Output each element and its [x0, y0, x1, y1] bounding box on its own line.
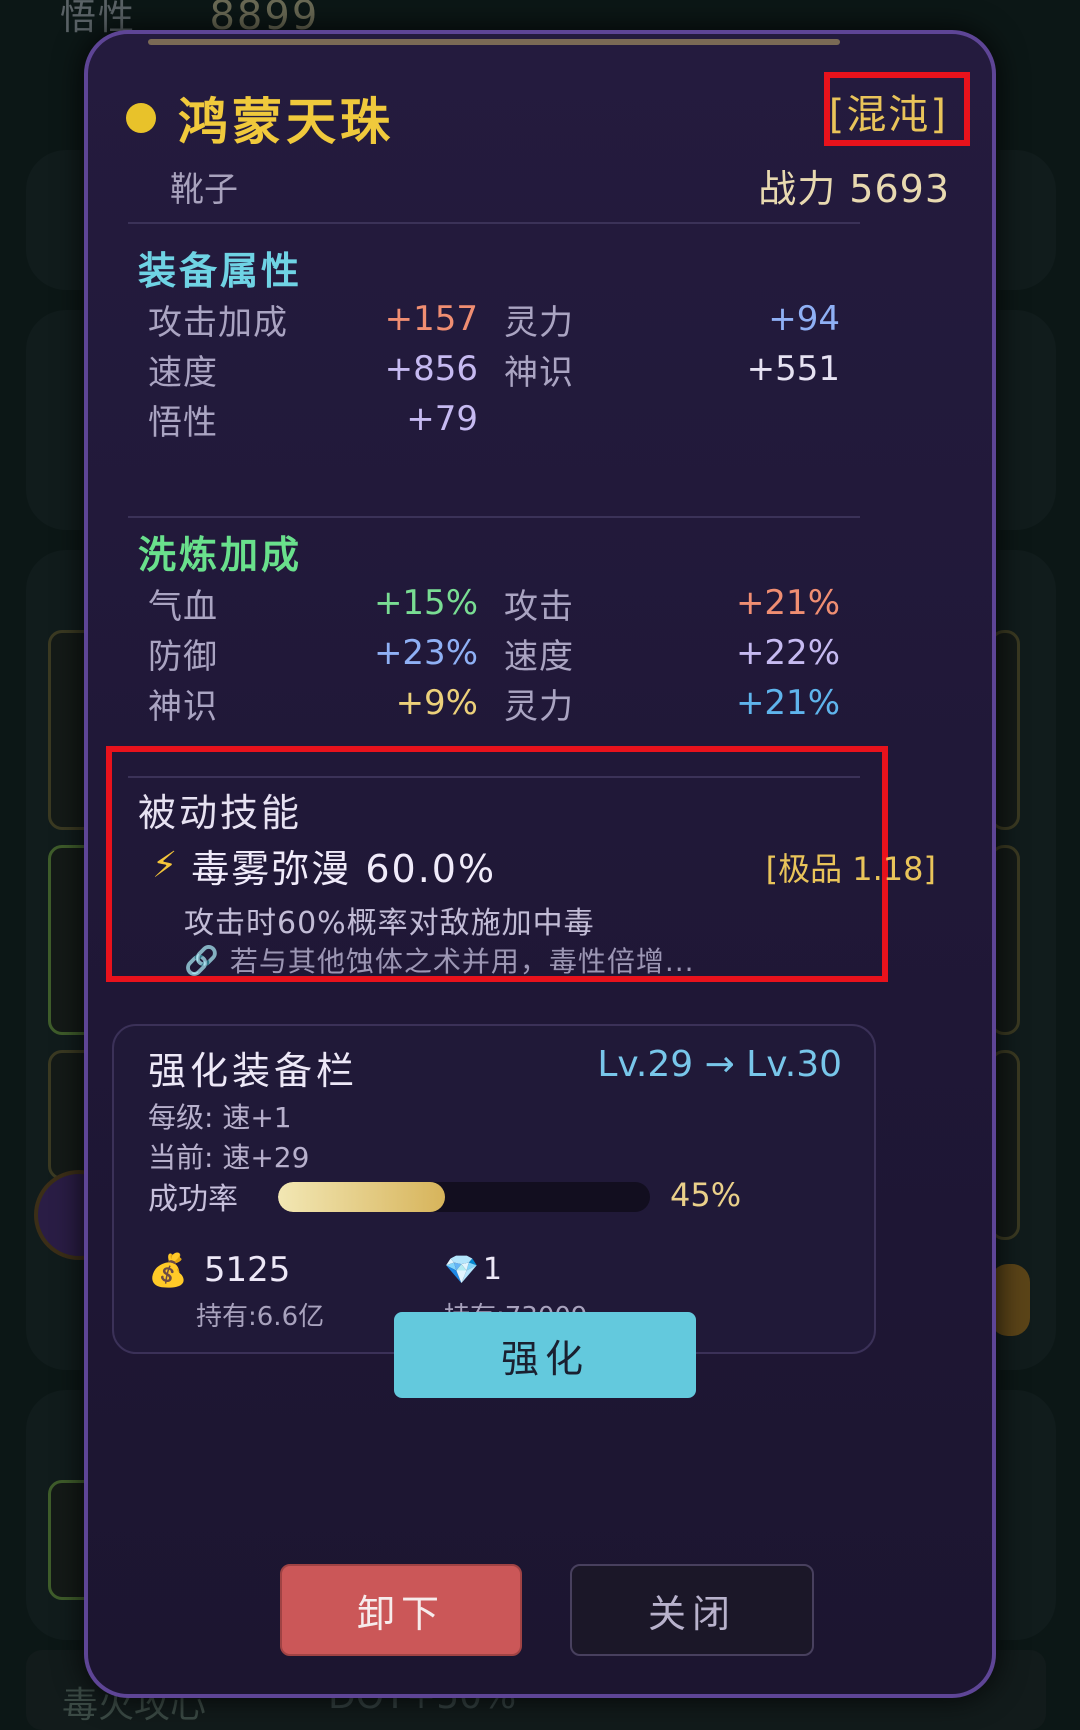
item-title-row: 鸿蒙天珠 [126, 82, 394, 154]
passive-skill-row: ⚡ 毒雾弥漫 60.0% [152, 838, 496, 893]
stat-label: 灵力 [504, 302, 574, 343]
enhance-card: 强化装备栏 Lv.29 → Lv.30 每级: 速+1 当前: 速+29 成功率… [112, 1024, 876, 1354]
modal-top-bar [148, 39, 840, 45]
gold-cost-value: 5125 [203, 1250, 291, 1290]
stat-row: 攻击加成 +157 灵力 +94 [148, 294, 840, 344]
diamond-icon: 💎 [444, 1253, 479, 1286]
stat-row: 气血 +15% 攻击 +21% [148, 578, 840, 628]
stat-label: 防御 [148, 636, 218, 677]
passive-skill-name: 毒雾弥漫 60.0% [191, 847, 497, 891]
success-rate-fill [278, 1182, 446, 1212]
rarity-dot-icon [126, 103, 156, 133]
quality-highlight-box [824, 72, 970, 146]
stat-value: +23% [373, 633, 478, 673]
stat-value: +551 [746, 349, 840, 389]
passive-skill-hint: 🔗 若与其他蚀体之术并用，毒性倍增... [184, 940, 695, 980]
stat-label: 攻击 [504, 586, 574, 627]
stat-value: +15% [373, 583, 478, 623]
lightning-icon: ⚡ [152, 845, 178, 886]
success-rate-text: 45% [670, 1176, 742, 1214]
item-power: 战力 5693 [758, 167, 950, 211]
passive-skill-desc: 攻击时60%概率对敌施加中毒 [184, 906, 595, 941]
stat-value: +22% [735, 633, 840, 673]
unequip-button[interactable]: 卸下 [280, 1564, 522, 1656]
stat-value: +9% [395, 683, 478, 723]
success-rate-label: 成功率 [148, 1182, 238, 1217]
stat-value: +79 [406, 399, 478, 439]
gold-cost: 💰 5125 [148, 1250, 290, 1290]
refine-grid: 气血 +15% 攻击 +21% 防御 +23% 速度 +22% 神识 +9% 灵… [148, 578, 840, 728]
link-icon: 🔗 [184, 943, 220, 977]
enhance-title: 强化装备栏 [148, 1049, 359, 1093]
stat-value: +21% [735, 683, 840, 723]
item-name: 鸿蒙天珠 [178, 93, 394, 151]
stat-label: 攻击加成 [148, 302, 288, 343]
passive-skill-hint-text: 若与其他蚀体之术并用，毒性倍增... [229, 945, 695, 978]
stat-value: +21% [735, 583, 840, 623]
stat-label: 神识 [148, 686, 218, 727]
divider [128, 222, 860, 224]
close-button[interactable]: 关闭 [570, 1564, 814, 1656]
enhance-per-level: 每级: 速+1 [148, 1101, 292, 1134]
stat-value: +157 [384, 299, 478, 339]
gem-cost: 💎 1 [444, 1252, 502, 1287]
stat-label: 气血 [148, 586, 218, 627]
stat-label: 速度 [504, 636, 574, 677]
money-bag-icon: 💰 [148, 1251, 188, 1289]
stat-label: 速度 [148, 352, 218, 393]
equip-attrs-grid: 攻击加成 +157 灵力 +94 速度 +856 神识 +551 悟性 +79 [148, 294, 840, 444]
stat-row: 防御 +23% 速度 +22% [148, 628, 840, 678]
enhance-current: 当前: 速+29 [148, 1141, 310, 1174]
stat-row: 速度 +856 神识 +551 [148, 344, 840, 394]
stat-label: 灵力 [504, 686, 574, 727]
stat-row: 悟性 +79 [148, 394, 840, 444]
enhance-level: Lv.29 → Lv.30 [597, 1044, 842, 1085]
passive-skill-grade: [极品 1.18] [765, 850, 936, 888]
divider [128, 776, 860, 778]
enhance-button[interactable]: 强化 [394, 1312, 696, 1398]
divider [128, 516, 860, 518]
success-rate-bar [278, 1182, 650, 1212]
gem-cost-value: 1 [482, 1252, 502, 1287]
stat-label: 悟性 [148, 402, 218, 443]
refine-title: 洗炼加成 [138, 533, 303, 577]
stat-label: 神识 [504, 352, 574, 393]
passive-title: 被动技能 [138, 791, 303, 835]
stat-value: +856 [384, 349, 478, 389]
bg-gold-button [990, 1264, 1030, 1336]
gold-owned: 持有:6.6亿 [196, 1302, 325, 1332]
equip-attrs-title: 装备属性 [138, 249, 303, 293]
stat-row: 神识 +9% 灵力 +21% [148, 678, 840, 728]
item-detail-modal: 鸿蒙天珠 [混沌] 靴子 战力 5693 装备属性 攻击加成 +157 灵力 +… [84, 30, 996, 1698]
item-type: 靴子 [170, 170, 238, 210]
stat-value: +94 [768, 299, 840, 339]
